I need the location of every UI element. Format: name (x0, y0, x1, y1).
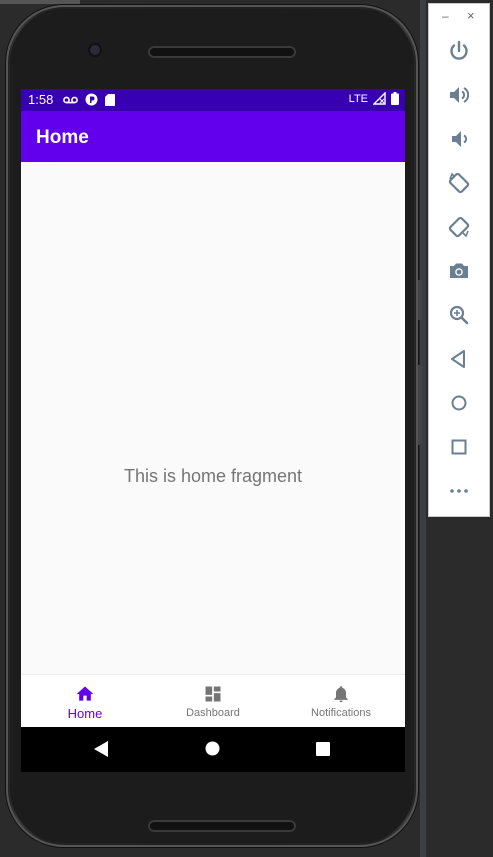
front-camera (90, 45, 100, 55)
nav-label-notifications: Notifications (311, 707, 371, 719)
overview-square-icon[interactable] (447, 435, 471, 459)
back-icon[interactable] (93, 740, 109, 758)
phone-power-button (418, 280, 422, 320)
nav-label-home: Home (67, 706, 103, 721)
fragment-message: This is home fragment (123, 466, 303, 486)
home-button-icon[interactable] (205, 741, 220, 756)
bottom-speaker (148, 820, 296, 832)
status-bar: 1:58 LTE (21, 89, 405, 111)
network-type: LTE (348, 92, 368, 105)
ide-tab-edge (0, 0, 80, 4)
panel-title-bar: – × (429, 4, 489, 30)
nav-item-notifications[interactable]: Notifications (277, 675, 405, 728)
rotate-left-icon[interactable] (447, 171, 471, 195)
nav-item-dashboard[interactable]: Dashboard (149, 675, 277, 728)
emulator-side-panel: – × (428, 3, 490, 517)
rotate-right-icon[interactable] (447, 215, 471, 239)
status-notification-icons (63, 93, 115, 106)
zoom-icon[interactable] (447, 303, 471, 327)
camera-icon[interactable] (447, 259, 471, 283)
page-title: Home (36, 127, 89, 148)
volume-up-icon[interactable] (447, 83, 471, 107)
voicemail-icon (63, 96, 78, 103)
device-screen: 1:58 LTE Home This is home fragment Home… (21, 89, 405, 772)
recents-icon[interactable] (316, 742, 330, 756)
minimize-button[interactable]: – (442, 9, 449, 23)
home-circle-icon[interactable] (447, 391, 471, 415)
back-icon[interactable] (447, 347, 471, 371)
sd-card-icon (105, 93, 115, 106)
app-bar: Home (21, 111, 405, 162)
status-time: 1:58 (28, 92, 54, 107)
more-icon[interactable] (447, 479, 471, 503)
app-notification-icon (85, 93, 98, 106)
volume-down-icon[interactable] (447, 127, 471, 151)
close-button[interactable]: × (467, 8, 475, 23)
bell-icon (334, 686, 348, 703)
dashboard-icon (205, 686, 221, 702)
bottom-navigation: Home Dashboard Notifications (21, 674, 405, 728)
power-icon[interactable] (447, 39, 471, 63)
home-icon (76, 686, 94, 701)
system-navigation-bar (21, 727, 405, 772)
earpiece-speaker (148, 46, 296, 58)
status-system-icons: LTE (349, 92, 399, 105)
phone-volume-rocker (418, 365, 422, 445)
nav-label-dashboard: Dashboard (186, 707, 240, 719)
home-fragment: This is home fragment (21, 162, 405, 674)
signal-icon (373, 92, 386, 105)
battery-icon (391, 92, 399, 105)
nav-item-home[interactable]: Home (21, 675, 149, 728)
